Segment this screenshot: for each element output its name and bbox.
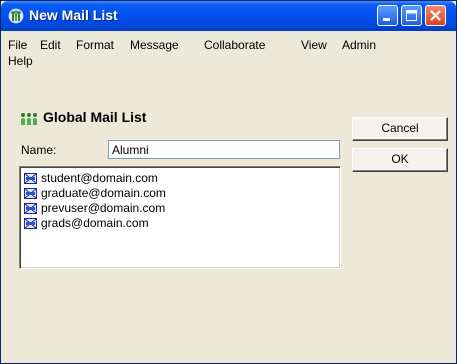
minimize-button[interactable] xyxy=(377,5,398,26)
menu-collaborate[interactable]: Collaborate xyxy=(204,38,265,52)
person-entry-icon xyxy=(24,173,37,184)
list-heading: Global Mail List xyxy=(43,109,147,125)
person-entry-icon xyxy=(24,218,37,229)
minimize-icon xyxy=(383,18,390,21)
group-icon xyxy=(21,113,37,125)
mail-list-window: New Mail List File Edit Format Message C… xyxy=(0,0,457,364)
menu-bar: File Edit Format Message Collaborate Vie… xyxy=(1,31,456,68)
menu-message[interactable]: Message xyxy=(130,38,179,52)
person-entry-icon xyxy=(24,203,37,214)
list-item[interactable]: grads@domain.com xyxy=(23,216,337,231)
close-icon xyxy=(430,10,441,21)
menu-format[interactable]: Format xyxy=(76,38,114,52)
name-input[interactable] xyxy=(108,140,340,159)
menu-file[interactable]: File xyxy=(8,38,27,52)
list-item[interactable]: student@domain.com xyxy=(23,171,337,186)
cancel-button[interactable]: Cancel xyxy=(352,117,448,141)
title-bar[interactable]: New Mail List xyxy=(1,1,456,31)
window-title: New Mail List xyxy=(29,7,118,23)
list-item[interactable]: graduate@domain.com xyxy=(23,186,337,201)
member-email: student@domain.com xyxy=(41,171,158,185)
list-item[interactable]: prevuser@domain.com xyxy=(23,201,337,216)
member-email: grads@domain.com xyxy=(41,216,149,230)
menu-view[interactable]: View xyxy=(301,38,327,52)
member-email: graduate@domain.com xyxy=(41,186,166,200)
menu-edit[interactable]: Edit xyxy=(40,38,61,52)
app-icon xyxy=(8,8,24,24)
member-email: prevuser@domain.com xyxy=(41,201,166,215)
close-button[interactable] xyxy=(425,5,446,26)
members-listbox[interactable]: student@domain.com graduate@domain.com p… xyxy=(19,166,341,269)
person-entry-icon xyxy=(24,188,37,199)
maximize-icon xyxy=(406,10,417,21)
maximize-button[interactable] xyxy=(401,5,422,26)
menu-admin[interactable]: Admin xyxy=(342,38,376,52)
menu-help[interactable]: Help xyxy=(8,54,33,68)
ok-button[interactable]: OK xyxy=(352,148,448,172)
name-label: Name: xyxy=(21,143,57,157)
